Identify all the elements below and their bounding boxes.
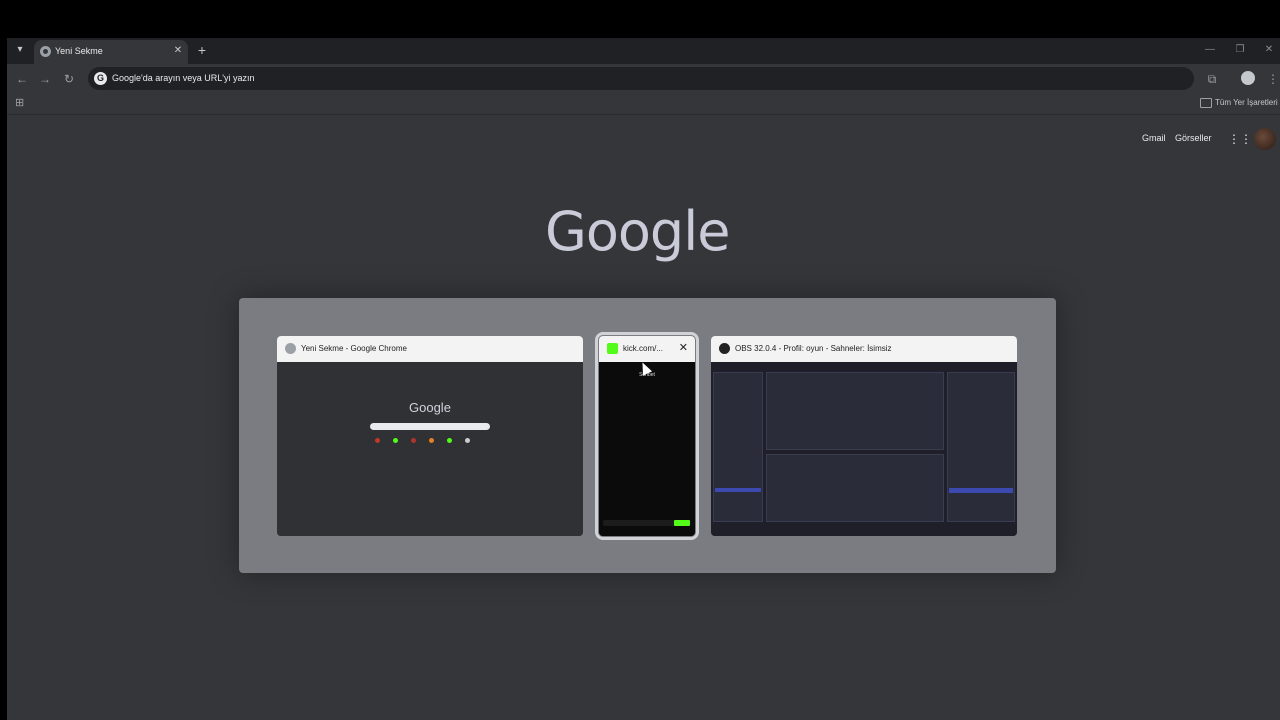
images-link[interactable]: Görseller	[1175, 133, 1212, 143]
tab-close-button[interactable]: ✕	[171, 44, 185, 58]
card-close-icon[interactable]: ✕	[679, 342, 688, 354]
mini-shortcut-icon	[465, 438, 470, 443]
card-preview	[711, 362, 1017, 536]
obs-selected-scene	[715, 488, 761, 492]
card-title: OBS 32.0.4 - Profil: oyun - Sahneler: İs…	[735, 344, 892, 353]
new-tab-button[interactable]: +	[194, 42, 210, 58]
all-bookmarks-link[interactable]: Tüm Yer İşaretleri	[1215, 98, 1278, 107]
mini-shortcut-icon	[447, 438, 452, 443]
back-icon[interactable]: ←	[14, 71, 30, 87]
card-header: kick.com/... ✕	[599, 336, 695, 362]
card-title: kick.com/...	[623, 344, 664, 353]
google-apps-icon[interactable]: ⋮⋮	[1228, 133, 1252, 145]
alt-tab-switcher: Yeni Sekme - Google Chrome Google kick.c…	[239, 298, 1056, 573]
mini-shortcut-icon	[411, 438, 416, 443]
minimize-button[interactable]: —	[1201, 42, 1219, 58]
card-header: OBS 32.0.4 - Profil: oyun - Sahneler: İs…	[711, 336, 1017, 362]
chrome-favicon-icon	[40, 46, 51, 57]
mini-google-logo: Google	[409, 400, 451, 415]
obs-mixer-dock	[766, 454, 944, 522]
gmail-link[interactable]: Gmail	[1142, 133, 1166, 143]
reload-icon[interactable]: ↻	[61, 71, 77, 87]
close-window-button[interactable]: ✕	[1260, 42, 1278, 58]
switch-card-chrome[interactable]: Yeni Sekme - Google Chrome Google	[277, 336, 583, 536]
chrome-icon	[285, 343, 296, 354]
toolbar: ← → ↻ G Google'da arayın veya URL'yi yaz…	[7, 64, 1280, 93]
obs-start-button	[949, 488, 1013, 493]
omnibox-placeholder: Google'da arayın veya URL'yi yazın	[112, 73, 255, 83]
extensions-icon[interactable]: ⧉	[1204, 71, 1220, 87]
obs-sources-dock	[766, 372, 944, 450]
forward-icon[interactable]: →	[37, 71, 53, 87]
menu-dots-icon[interactable]: ⋮	[1265, 71, 1280, 87]
mini-search-box	[370, 423, 490, 430]
browser-window: ▾ Yeni Sekme ✕ + — ❐ ✕ ← → ↻ G Google'da…	[7, 38, 1280, 720]
tab-title: Yeni Sekme	[55, 46, 103, 56]
apps-grid-icon[interactable]: ⊞	[15, 98, 26, 109]
mini-shortcut-icon	[375, 438, 380, 443]
card-preview: Sohbet	[599, 362, 695, 536]
mini-shortcut-icon	[429, 438, 434, 443]
tab-strip: ▾ Yeni Sekme ✕ + — ❐ ✕	[7, 38, 1280, 64]
screen: ▾ Yeni Sekme ✕ + — ❐ ✕ ← → ↻ G Google'da…	[0, 0, 1280, 720]
obs-controls-dock	[947, 372, 1015, 522]
card-header: Yeni Sekme - Google Chrome	[277, 336, 583, 362]
new-tab-page: Gmail Görseller ⋮⋮ Google Yeni Sekme - G…	[7, 116, 1280, 720]
profile-avatar[interactable]	[1241, 71, 1255, 85]
folder-icon	[1200, 98, 1212, 108]
maximize-button[interactable]: ❐	[1231, 42, 1249, 58]
google-logo: Google	[545, 200, 730, 263]
bookmarks-bar: ⊞ Tüm Yer İşaretleri	[7, 93, 1280, 115]
tab-yeni-sekme[interactable]: Yeni Sekme ✕	[34, 40, 188, 64]
switch-card-obs[interactable]: OBS 32.0.4 - Profil: oyun - Sahneler: İs…	[711, 336, 1017, 536]
chat-send-button	[674, 520, 690, 526]
card-title: Yeni Sekme - Google Chrome	[301, 344, 407, 353]
card-preview: Google	[277, 362, 583, 536]
omnibox[interactable]: G Google'da arayın veya URL'yi yazın	[88, 67, 1194, 90]
account-avatar[interactable]	[1254, 128, 1276, 150]
mini-shortcut-icon	[393, 438, 398, 443]
obs-icon	[719, 343, 730, 354]
google-g-icon: G	[94, 72, 107, 85]
tab-search-chevron-icon[interactable]: ▾	[12, 42, 28, 58]
obs-scenes-dock	[713, 372, 763, 522]
kick-icon	[607, 343, 618, 354]
